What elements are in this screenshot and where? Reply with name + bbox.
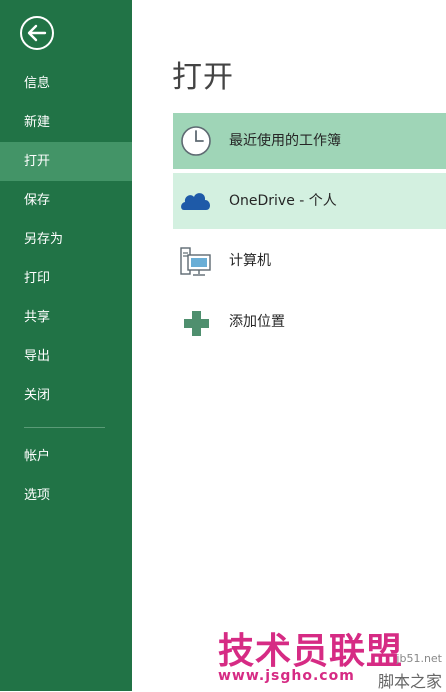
watermark-corner-text: 脚本之家 [377, 672, 442, 691]
plus-icon [184, 311, 209, 336]
nav-item-open[interactable]: 打开 [0, 142, 132, 181]
cloud-icon [181, 193, 211, 210]
location-label: OneDrive - 个人 [229, 193, 337, 209]
computer-icon [180, 247, 211, 276]
back-button[interactable] [19, 15, 55, 51]
watermark-site-text: jb51.net [396, 652, 442, 665]
watermark-main-text: 技术员联盟 [218, 631, 404, 672]
nav-item-account[interactable]: 帐户 [0, 437, 132, 476]
nav-item-share[interactable]: 共享 [0, 298, 132, 337]
watermark: 技术员联盟 jb51.net www.jsgho.com 脚本之家 [216, 622, 446, 691]
nav-item-close[interactable]: 关闭 [0, 376, 132, 415]
location-label: 计算机 [229, 253, 271, 269]
nav-item-print[interactable]: 打印 [0, 259, 132, 298]
page-title: 打开 [172, 60, 234, 95]
nav-item-info[interactable]: 信息 [0, 64, 132, 103]
location-label: 添加位置 [229, 314, 285, 330]
open-panel: 打开 最近使用的工作簿 OneDrive - 个人 计算机 添加位置 [132, 0, 446, 691]
location-recent-workbooks[interactable]: 最近使用的工作簿 [173, 113, 446, 169]
location-label: 最近使用的工作簿 [229, 133, 341, 149]
nav-item-save[interactable]: 保存 [0, 181, 132, 220]
back-arrow-icon [20, 16, 54, 50]
nav-item-options[interactable]: 选项 [0, 476, 132, 515]
nav-item-save-as[interactable]: 另存为 [0, 220, 132, 259]
backstage-sidebar: 信息 新建 打开 保存 另存为 打印 共享 导出 关闭 帐户 选项 [0, 0, 132, 691]
clock-icon [181, 126, 211, 156]
location-onedrive[interactable]: OneDrive - 个人 [173, 173, 446, 229]
nav-divider [24, 427, 105, 428]
location-add-place[interactable]: 添加位置 [173, 294, 446, 350]
nav-item-export[interactable]: 导出 [0, 337, 132, 376]
nav-item-new[interactable]: 新建 [0, 103, 132, 142]
watermark-url-text: www.jsgho.com [218, 668, 355, 684]
location-computer[interactable]: 计算机 [173, 233, 446, 289]
